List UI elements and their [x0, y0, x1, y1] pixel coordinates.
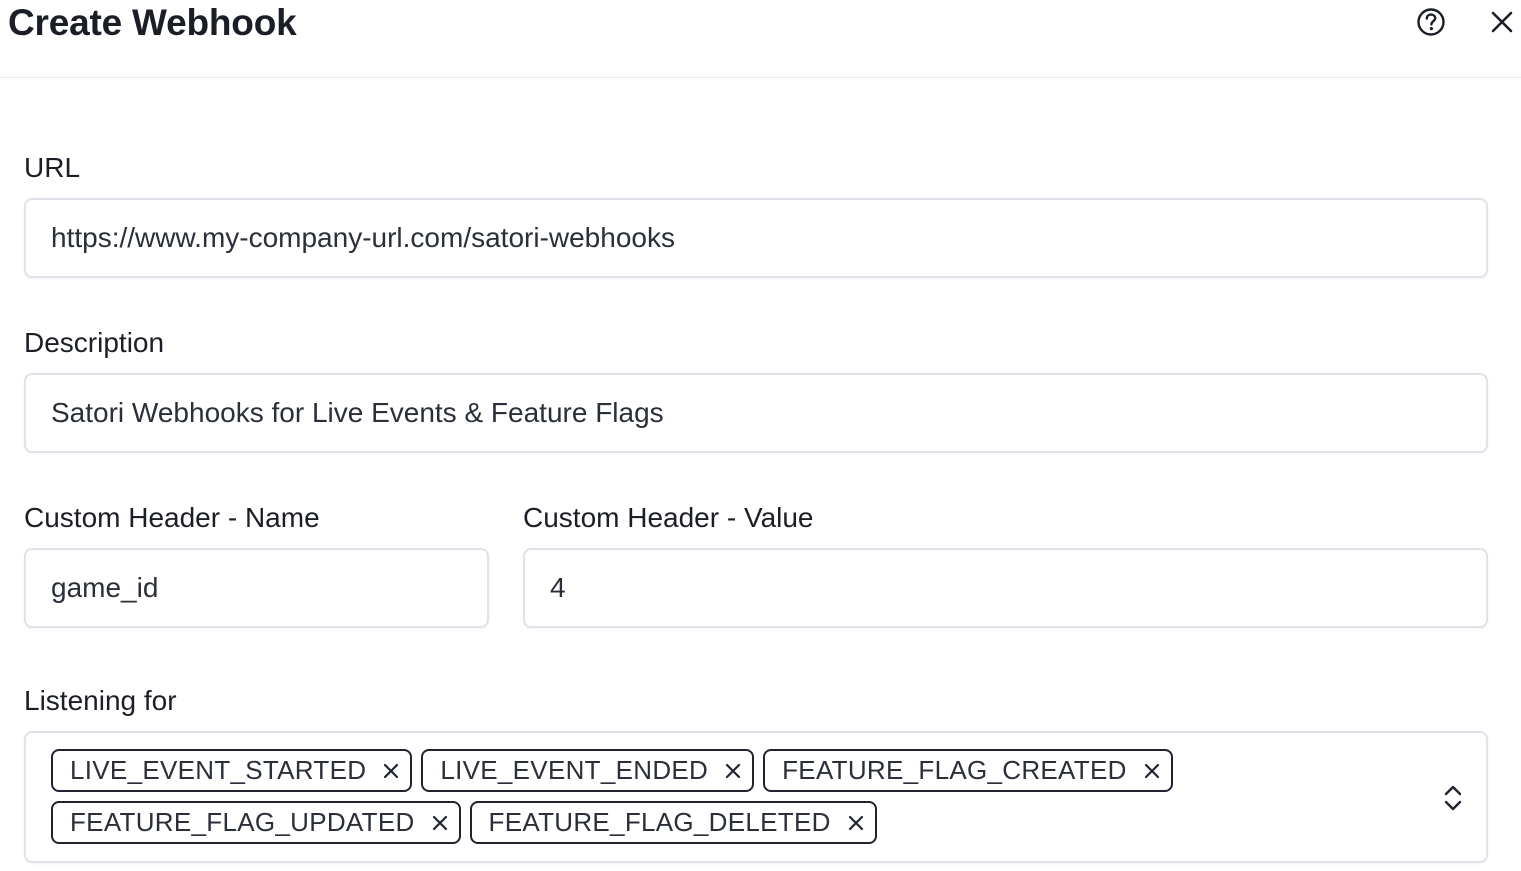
x-icon[interactable]	[382, 762, 400, 780]
tag-feature-flag-deleted: FEATURE_FLAG_DELETED	[469, 801, 877, 844]
listening-for-select[interactable]: LIVE_EVENT_STARTED LIVE_EVENT_ENDED FEAT…	[24, 731, 1488, 863]
url-label: URL	[24, 152, 81, 183]
url-input[interactable]	[51, 200, 1461, 276]
listening-for-label: Listening for	[24, 685, 177, 716]
tag-feature-flag-created: FEATURE_FLAG_CREATED	[763, 749, 1173, 792]
tag-list: LIVE_EVENT_STARTED LIVE_EVENT_ENDED FEAT…	[51, 749, 1391, 844]
custom-header-name-field[interactable]	[24, 548, 489, 628]
dialog-header: Create Webhook	[0, 0, 1521, 78]
tag-label: LIVE_EVENT_ENDED	[440, 755, 709, 785]
x-icon[interactable]	[431, 814, 449, 832]
tag-label: LIVE_EVENT_STARTED	[70, 755, 367, 785]
custom-header-name-input[interactable]	[51, 550, 462, 626]
url-field[interactable]	[24, 198, 1488, 278]
tag-live-event-ended: LIVE_EVENT_ENDED	[421, 749, 755, 792]
description-input[interactable]	[51, 375, 1461, 451]
x-icon[interactable]	[847, 814, 865, 832]
custom-header-value-label: Custom Header - Value	[523, 502, 814, 533]
tag-label: FEATURE_FLAG_UPDATED	[70, 807, 415, 837]
chevron-up-down-icon[interactable]	[1442, 783, 1464, 813]
x-icon[interactable]	[1143, 762, 1161, 780]
tag-feature-flag-updated: FEATURE_FLAG_UPDATED	[51, 801, 461, 844]
x-icon[interactable]	[724, 762, 742, 780]
custom-header-value-input[interactable]	[550, 550, 1461, 626]
custom-header-value-field[interactable]	[523, 548, 1488, 628]
question-circle-icon[interactable]	[1415, 6, 1447, 38]
custom-header-name-label: Custom Header - Name	[24, 502, 320, 533]
description-label: Description	[24, 327, 165, 358]
description-field[interactable]	[24, 373, 1488, 453]
tag-label: FEATURE_FLAG_DELETED	[488, 807, 831, 837]
tag-live-event-started: LIVE_EVENT_STARTED	[51, 749, 413, 792]
dialog-title: Create Webhook	[8, 2, 297, 43]
tag-label: FEATURE_FLAG_CREATED	[782, 755, 1127, 785]
close-icon[interactable]	[1488, 8, 1516, 36]
